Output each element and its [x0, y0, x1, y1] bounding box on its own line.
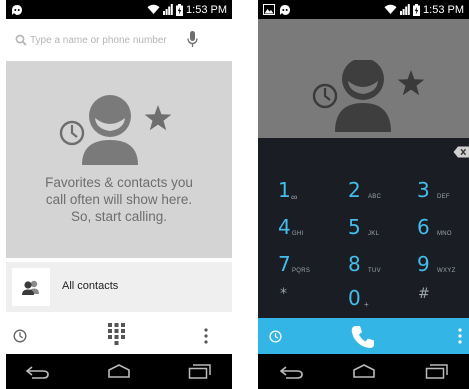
empty-line-2: call often will show here. [45, 192, 193, 207]
call-button[interactable] [350, 324, 376, 350]
status-bar: 1:53 PM [6, 0, 232, 19]
dial-action-bar [258, 318, 469, 354]
signal-icon [163, 4, 173, 15]
key-3-letters: DEF [437, 194, 450, 200]
all-contacts-row[interactable]: All contacts [6, 262, 232, 312]
key-5-digit: 5 [348, 215, 361, 239]
dialer-dialpad-screen: 1:53 PM Favorites & contacts you call of… [258, 0, 469, 389]
back-icon[interactable] [24, 365, 50, 379]
key-4[interactable]: 4 GHI [258, 212, 328, 249]
battery-icon [413, 3, 421, 16]
status-time: 1:53 PM [423, 3, 464, 16]
all-contacts-label: All contacts [62, 280, 119, 292]
recent-calls-icon[interactable] [13, 329, 27, 343]
key-7[interactable]: 7 PQRS [258, 249, 328, 286]
recent-apps-icon[interactable] [188, 364, 212, 379]
voicemail-icon: ∞ [291, 192, 298, 202]
key-8-digit: 8 [348, 252, 361, 276]
overflow-menu-icon[interactable] [458, 328, 462, 344]
key-3[interactable]: 3 DEF [398, 175, 468, 212]
contacts-favorites-illustration [59, 95, 172, 165]
recent-apps-icon[interactable] [425, 364, 449, 379]
key-6-digit: 6 [417, 215, 430, 239]
search-bar[interactable] [6, 19, 232, 61]
key-2-letters: ABC [368, 194, 382, 200]
search-icon [15, 34, 27, 46]
favorites-empty-panel: Favorites & contacts you call often will… [6, 61, 232, 258]
key-hash-digit: # [418, 286, 430, 302]
key-0-letters: + [364, 300, 369, 309]
contacts-favorites-illustration [312, 60, 425, 132]
key-9-letters: WXYZ [437, 268, 456, 274]
key-3-digit: 3 [417, 178, 430, 202]
wifi-icon [147, 4, 160, 14]
signal-icon [400, 4, 410, 15]
dialpad-panel: Favorites & contacts you call often will… [258, 138, 469, 319]
notification-icon [280, 4, 290, 15]
key-6-letters: MNO [437, 231, 452, 237]
empty-line-1: Favorites & contacts you [45, 175, 193, 190]
background-text-line-2: call often will show here. [288, 163, 408, 175]
key-7-digit: 7 [278, 252, 291, 276]
key-8[interactable]: 8 TUV [328, 249, 398, 286]
key-8-letters: TUV [368, 268, 381, 274]
navigation-bar [258, 354, 469, 389]
wifi-icon [384, 4, 397, 14]
key-2-digit: 2 [348, 178, 361, 202]
key-0[interactable]: 0 + [328, 283, 398, 320]
status-bar: 1:53 PM [258, 0, 469, 19]
battery-icon [176, 3, 184, 16]
people-icon [22, 280, 39, 295]
key-1-digit: 1 [278, 178, 291, 202]
key-1[interactable]: 1 ∞ [258, 175, 328, 212]
favorites-empty-message: Favorites & contacts you call often will… [6, 174, 232, 225]
search-input[interactable] [30, 31, 190, 49]
notification-icon [12, 4, 22, 15]
action-bar [6, 318, 232, 354]
key-9[interactable]: 9 WXYZ [398, 249, 468, 286]
overflow-menu-icon[interactable] [204, 328, 208, 344]
status-time: 1:53 PM [186, 3, 227, 16]
navigation-bar [6, 354, 232, 389]
microphone-icon[interactable] [187, 31, 198, 48]
key-4-digit: 4 [278, 215, 291, 239]
recent-calls-icon[interactable] [269, 330, 282, 343]
dialpad-icon[interactable] [107, 322, 126, 345]
all-contacts-icon-box [12, 268, 50, 306]
image-notification-icon [263, 4, 275, 15]
key-star[interactable]: * [258, 283, 328, 320]
key-9-digit: 9 [417, 252, 430, 276]
home-icon[interactable] [351, 363, 377, 379]
key-6[interactable]: 6 MNO [398, 212, 468, 249]
key-2[interactable]: 2 ABC [328, 175, 398, 212]
key-star-digit: * [280, 286, 287, 302]
key-hash[interactable]: # [398, 283, 468, 320]
background-text-line-1: Favorites & contacts you [288, 149, 409, 161]
dialer-favorites-screen: 1:53 PM Favorites & contacts you call of… [6, 0, 232, 389]
key-4-letters: GHI [292, 231, 304, 237]
key-0-digit: 0 [348, 286, 361, 310]
key-7-letters: PQRS [292, 268, 311, 274]
home-icon[interactable] [106, 363, 132, 379]
back-icon[interactable] [278, 365, 304, 379]
empty-line-3: So, start calling. [70, 209, 168, 224]
backspace-icon[interactable] [453, 146, 469, 158]
key-5[interactable]: 5 JKL [328, 212, 398, 249]
key-5-letters: JKL [368, 231, 380, 237]
